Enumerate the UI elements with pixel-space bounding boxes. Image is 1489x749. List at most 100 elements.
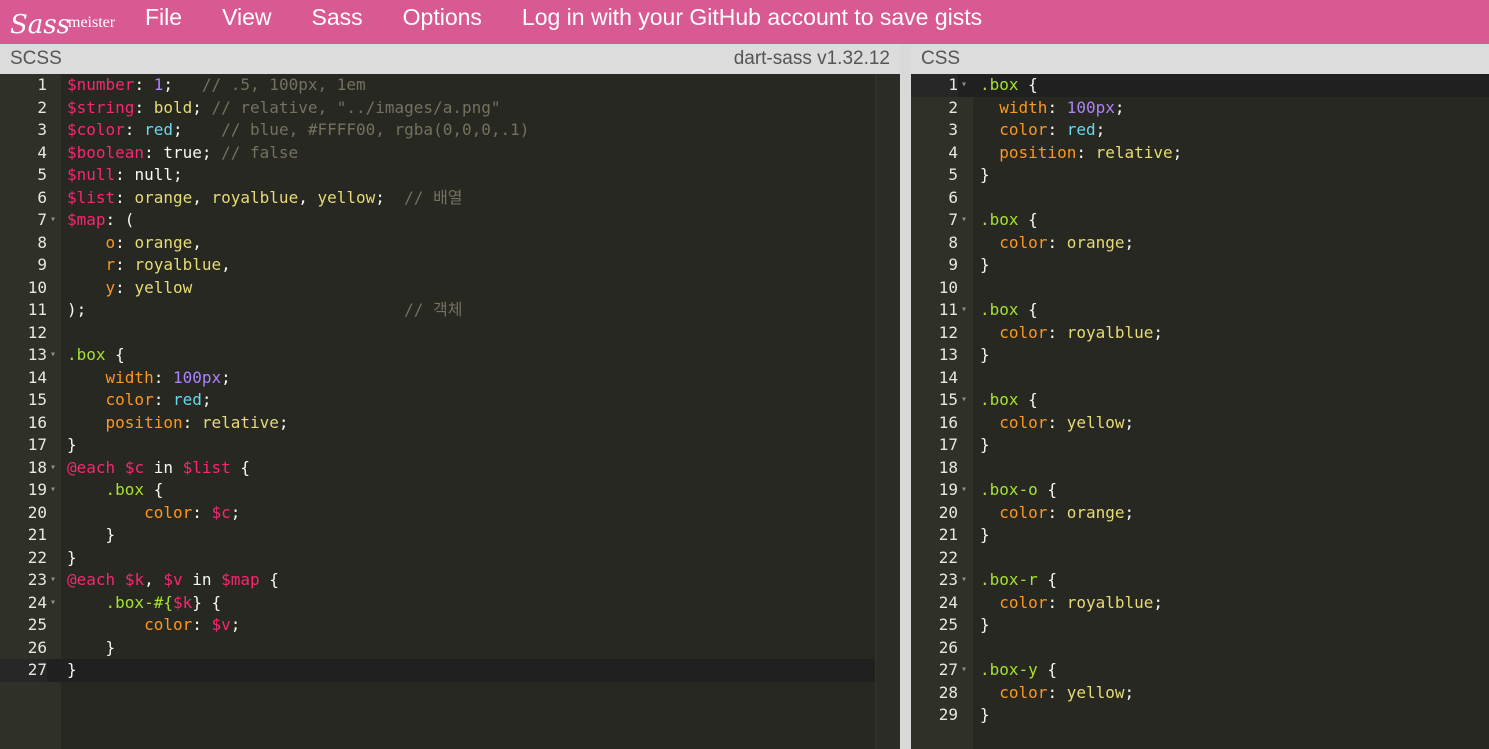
scss-line-number: 26: [27, 637, 47, 657]
scss-code-line[interactable]: 15 color: red;: [0, 389, 900, 412]
scss-line-number: 14: [27, 367, 47, 387]
css-code-line[interactable]: 27 ▾ .box-y {: [911, 659, 1489, 682]
fold-arrow-icon[interactable]: ▾: [50, 569, 56, 592]
fold-arrow-icon[interactable]: ▾: [961, 479, 967, 502]
css-code-line[interactable]: 21}: [911, 524, 1489, 547]
scss-code-line[interactable]: 9 r: royalblue,: [0, 254, 900, 277]
css-code-line[interactable]: 22: [911, 547, 1489, 570]
css-code-line[interactable]: 2 width: 100px;: [911, 97, 1489, 120]
scss-code-text: r: royalblue,: [105, 255, 231, 274]
fold-arrow-icon[interactable]: ▾: [50, 592, 56, 615]
css-code-line[interactable]: 6: [911, 187, 1489, 210]
css-code-line[interactable]: 15 ▾ .box {: [911, 389, 1489, 412]
sass-version-selector[interactable]: dart-sass v1.32.12: [734, 48, 890, 70]
scss-code-text: o: orange,: [105, 232, 202, 252]
scss-code-line[interactable]: 12: [0, 322, 900, 345]
scss-code-line[interactable]: 4 $boolean: true; // false: [0, 142, 900, 165]
fold-arrow-icon[interactable]: ▾: [961, 659, 967, 682]
css-code-line[interactable]: 1 ▾ .box {: [911, 74, 1489, 97]
scss-code-text: .box {: [67, 345, 125, 364]
scss-code-line[interactable]: 8 o: orange,: [0, 232, 900, 255]
css-code-line[interactable]: 12 color: royalblue;: [911, 322, 1489, 345]
css-code-text: .box-r {: [980, 570, 1058, 589]
css-code-line[interactable]: 5}: [911, 164, 1489, 187]
scss-code-line[interactable]: 20 color: $c;: [0, 502, 900, 525]
scss-code-line[interactable]: 21 }: [0, 524, 900, 547]
scss-code-line[interactable]: 24 ▾ .box-#{$k} {: [0, 592, 900, 615]
css-code-line[interactable]: 23 ▾ .box-r {: [911, 569, 1489, 592]
css-code-line[interactable]: 24 color: royalblue;: [911, 592, 1489, 615]
menu-options[interactable]: Options: [403, 4, 482, 31]
css-code-line[interactable]: 9}: [911, 254, 1489, 277]
css-code-line[interactable]: 18: [911, 457, 1489, 480]
scss-code-line[interactable]: 1 $number: 1; // .5, 100px, 1em: [0, 74, 900, 97]
scss-code-line[interactable]: 10 y: yellow: [0, 277, 900, 300]
scss-line-number: 9: [37, 255, 47, 274]
scss-code-line[interactable]: 13 ▾ .box {: [0, 344, 900, 367]
scss-code-line[interactable]: 11); // 객체: [0, 299, 900, 322]
fold-arrow-icon[interactable]: ▾: [961, 569, 967, 592]
css-code-line[interactable]: 16 color: yellow;: [911, 412, 1489, 435]
scss-code-line[interactable]: 17}: [0, 434, 900, 457]
fold-arrow-icon[interactable]: ▾: [961, 209, 967, 232]
scss-code-text: @each $c in $list {: [67, 457, 251, 477]
scss-code-line[interactable]: 18 ▾ @each $c in $list {: [0, 457, 900, 480]
scss-line-number: 7: [37, 210, 47, 229]
scss-code-line[interactable]: 26 }: [0, 637, 900, 660]
css-code-line[interactable]: 10: [911, 277, 1489, 300]
scss-code-text: $number: 1; // .5, 100px, 1em: [67, 75, 366, 94]
scss-code-line[interactable]: 23 ▾ @each $k, $v in $map {: [0, 569, 900, 592]
scss-code-text: color: $v;: [144, 615, 241, 634]
css-code-line[interactable]: 11 ▾ .box {: [911, 299, 1489, 322]
css-code-line[interactable]: 25}: [911, 614, 1489, 637]
menu-sass[interactable]: Sass: [312, 4, 363, 31]
css-code[interactable]: 1 ▾ .box {2 width: 100px; 3 color: red; 4 po…: [911, 74, 1489, 727]
scss-code-line[interactable]: 7 ▾ $map: (: [0, 209, 900, 232]
css-code-text: .box {: [980, 75, 1038, 94]
scss-code-line[interactable]: 6 $list: orange, royalblue, yellow; // 배열: [0, 187, 900, 210]
css-code-text: .box-y {: [980, 660, 1058, 679]
fold-arrow-icon[interactable]: ▾: [961, 299, 967, 322]
css-code-line[interactable]: 26: [911, 637, 1489, 660]
scss-code-line[interactable]: 3 $color: red; // blue, #FFFF00, rgba(0,0…: [0, 119, 900, 142]
css-code-line[interactable]: 19 ▾ .box-o {: [911, 479, 1489, 502]
menu-view[interactable]: View: [222, 4, 271, 31]
scss-code[interactable]: 1 $number: 1; // .5, 100px, 1em 2 $string: …: [0, 74, 900, 682]
css-code-line[interactable]: 4 position: relative;: [911, 142, 1489, 165]
scss-code-line[interactable]: 14 width: 100px;: [0, 367, 900, 390]
scss-scrollbar[interactable]: [875, 74, 900, 749]
github-login-link[interactable]: Log in with your GitHub account to save …: [522, 4, 982, 31]
scss-code-line[interactable]: 22}: [0, 547, 900, 570]
sassmeister-logo[interactable]: Sass meister: [10, 4, 115, 40]
css-code-line[interactable]: 7 ▾ .box {: [911, 209, 1489, 232]
css-code-line[interactable]: 14: [911, 367, 1489, 390]
css-editor[interactable]: 1 ▾ .box {2 width: 100px; 3 color: red; 4 po…: [911, 74, 1489, 749]
fold-arrow-icon[interactable]: ▾: [50, 479, 56, 502]
scss-code-line[interactable]: 27}: [0, 659, 900, 682]
scss-code-line[interactable]: 16 position: relative;: [0, 412, 900, 435]
fold-arrow-icon[interactable]: ▾: [50, 457, 56, 480]
scss-line-number: 12: [27, 322, 47, 342]
css-code-line[interactable]: 28 color: yellow;: [911, 682, 1489, 705]
fold-arrow-icon[interactable]: ▾: [50, 209, 56, 232]
css-line-number: 8: [948, 232, 958, 252]
menu-file[interactable]: File: [145, 4, 182, 31]
css-code-text: .box {: [980, 210, 1038, 229]
css-code-line[interactable]: 3 color: red;: [911, 119, 1489, 142]
scss-code-text: width: 100px;: [105, 367, 231, 387]
css-code-line[interactable]: 17}: [911, 434, 1489, 457]
scss-code-line[interactable]: 25 color: $v;: [0, 614, 900, 637]
pane-divider[interactable]: [900, 44, 911, 749]
css-code-line[interactable]: 20 color: orange;: [911, 502, 1489, 525]
scss-code-line[interactable]: 2 $string: bold; // relative, "../images/…: [0, 97, 900, 120]
scss-code-line[interactable]: 19 ▾ .box {: [0, 479, 900, 502]
scss-editor[interactable]: 1 $number: 1; // .5, 100px, 1em 2 $string: …: [0, 74, 900, 749]
css-code-line[interactable]: 13}: [911, 344, 1489, 367]
fold-arrow-icon[interactable]: ▾: [961, 74, 967, 97]
scss-code-line[interactable]: 5 $null: null;: [0, 164, 900, 187]
scss-code-text: y: yellow: [105, 277, 193, 297]
fold-arrow-icon[interactable]: ▾: [961, 389, 967, 412]
css-code-line[interactable]: 29}: [911, 704, 1489, 727]
fold-arrow-icon[interactable]: ▾: [50, 344, 56, 367]
css-code-line[interactable]: 8 color: orange;: [911, 232, 1489, 255]
